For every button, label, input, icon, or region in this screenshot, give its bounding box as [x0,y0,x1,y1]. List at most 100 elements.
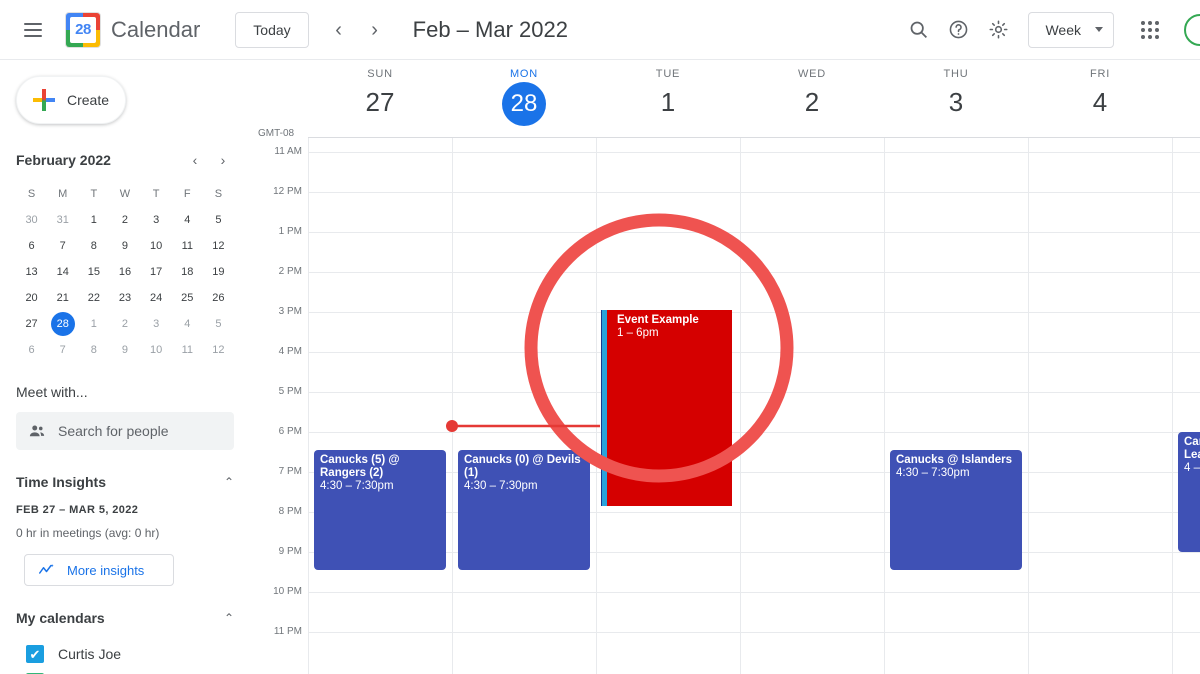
hamburger-icon[interactable] [9,6,57,54]
mini-calendar-day[interactable]: 18 [172,260,203,284]
more-insights-button[interactable]: More insights [24,554,174,586]
mini-calendar-day[interactable]: 20 [16,286,47,310]
chevron-left-icon[interactable]: ‹ [321,12,357,48]
day-number[interactable]: 4 [1028,82,1172,122]
mini-calendar-day[interactable]: 24 [141,286,172,310]
time-axis-label: 4 PM [278,346,302,357]
mini-calendar-day[interactable]: 2 [109,312,140,336]
google-calendar-icon: 28 [65,11,101,48]
mini-calendar-day[interactable]: 14 [47,260,78,284]
mini-calendar-day[interactable]: 2 [109,208,140,232]
calendar-event[interactable]: Canucks @ Maple Leafs4 – 7pm [1178,432,1200,552]
day-number[interactable]: 2 [740,82,884,122]
mini-calendar-day[interactable]: 30 [16,208,47,232]
calendar-grid-area: GMT-08 SUN 27 MON 28 TUE 1 WED 2 THU 3 FRI 4 11 AM 1… [250,60,1200,674]
time-axis-label: 5 PM [278,386,302,397]
mini-calendar-day[interactable]: 6 [16,234,47,258]
day-gridline [308,138,309,674]
mini-calendar-day[interactable]: 12 [203,338,234,362]
mini-calendar-day[interactable]: 7 [47,338,78,362]
time-axis-label: 6 PM [278,426,302,437]
mini-calendar-day[interactable]: 26 [203,286,234,310]
mini-calendar-day[interactable]: 10 [141,338,172,362]
mini-calendar-day[interactable]: 5 [203,208,234,232]
create-button[interactable]: Create [16,76,126,124]
day-column-header-mon[interactable]: MON 28 [452,68,596,126]
mini-calendar-day[interactable]: 10 [141,234,172,258]
mini-calendar-next-icon[interactable]: › [212,149,234,171]
mini-calendar-day[interactable]: 1 [78,312,109,336]
day-column-header-thu[interactable]: THU 3 [884,68,1028,122]
mini-calendar-dow-3: W [119,188,131,200]
mini-calendar-day[interactable]: 23 [109,286,140,310]
mini-calendar-day[interactable]: 6 [16,338,47,362]
mini-calendar-day[interactable]: 3 [141,312,172,336]
calendar-checkbox[interactable]: ✔ [26,645,44,663]
time-axis-label: 8 PM [278,506,302,517]
calendar-event[interactable]: Event Example 1 – 6pm [602,310,732,506]
mini-calendar-day[interactable]: 19 [203,260,234,284]
time-axis-label: 10 PM [273,586,302,597]
day-number[interactable]: 3 [884,82,1028,122]
mini-calendar-day[interactable]: 8 [78,338,109,362]
event-time: 4:30 – 7:30pm [464,480,538,492]
mini-calendar-day[interactable]: 3 [141,208,172,232]
mini-calendar: February 2022 ‹ › S M T W T F S 30 31 1 2 3 4 5 6 7 8 9 10… [16,148,234,362]
calendar-logo[interactable]: 28 Calendar [65,11,200,48]
day-gridline [1028,138,1029,674]
hour-gridline [308,152,1200,153]
mini-calendar-day[interactable]: 13 [16,260,47,284]
calendar-event[interactable]: Canucks (0) @ Devils (1) 4:30 – 7:30pm [458,450,590,570]
today-button[interactable]: Today [235,11,309,48]
calendar-event[interactable]: Canucks (5) @ Rangers (2) 4:30 – 7:30pm [314,450,446,570]
mini-calendar-day[interactable]: 17 [141,260,172,284]
time-insights-header[interactable]: Time Insights ⌃ [16,474,234,490]
help-icon[interactable] [938,10,978,50]
day-gridline [452,138,453,674]
mini-calendar-day[interactable]: 4 [172,208,203,232]
calendar-item-1[interactable]: ✔Birthdays [0,668,250,674]
mini-calendar-day[interactable]: 25 [172,286,203,310]
mini-calendar-prev-icon[interactable]: ‹ [184,149,206,171]
gear-icon[interactable] [978,10,1018,50]
mini-calendar-day[interactable]: 31 [47,208,78,232]
mini-calendar-day[interactable]: 11 [172,338,203,362]
mini-calendar-day[interactable]: 12 [203,234,234,258]
mini-calendar-day[interactable]: 5 [203,312,234,336]
day-column-header-sun[interactable]: SUN 27 [308,68,452,122]
mini-calendar-day[interactable]: 11 [172,234,203,258]
my-calendars-header[interactable]: My calendars ⌃ [16,610,234,626]
mini-calendar-day[interactable]: 7 [47,234,78,258]
mini-calendar-day[interactable]: 1 [78,208,109,232]
event-time: 1 – 6pm [617,327,659,339]
mini-calendar-day[interactable]: 16 [109,260,140,284]
mini-calendar-day[interactable]: 21 [47,286,78,310]
day-column-header-tue[interactable]: TUE 1 [596,68,740,122]
mini-calendar-day[interactable]: 9 [109,338,140,362]
search-people-input[interactable]: Search for people [16,412,234,450]
mini-calendar-day[interactable]: 8 [78,234,109,258]
view-select-dropdown[interactable]: Week [1028,11,1114,48]
day-column-header-wed[interactable]: WED 2 [740,68,884,122]
mini-calendar-day[interactable]: 4 [172,312,203,336]
day-number[interactable]: 1 [596,82,740,122]
hour-gridline [308,352,1200,353]
calendar-event[interactable]: Canucks @ Islanders 4:30 – 7:30pm [890,450,1022,570]
avatar[interactable] [1184,13,1200,46]
apps-grid-icon[interactable] [1130,10,1170,50]
day-number[interactable]: 28 [502,82,546,126]
trending-sparkline-icon [39,564,54,574]
search-icon[interactable] [898,10,938,50]
day-number[interactable]: 27 [308,82,452,122]
hour-gridline [308,392,1200,393]
calendar-item-0[interactable]: ✔ Curtis Joe [0,640,250,668]
mini-calendar-day[interactable]: 27 [16,312,47,336]
mini-calendar-grid: S M T W T F S 30 31 1 2 3 4 5 6 7 8 9 10 11 12 13 14 15 16 17 18 19… [16,182,234,362]
chevron-right-icon[interactable]: › [357,12,393,48]
mini-calendar-day[interactable]: 9 [109,234,140,258]
mini-calendar-day[interactable]: 15 [78,260,109,284]
mini-calendar-day[interactable]: 28 [50,312,75,336]
day-column-header-fri[interactable]: FRI 4 [1028,68,1172,122]
event-title: Canucks (0) @ Devils (1) [464,454,581,479]
mini-calendar-day[interactable]: 22 [78,286,109,310]
